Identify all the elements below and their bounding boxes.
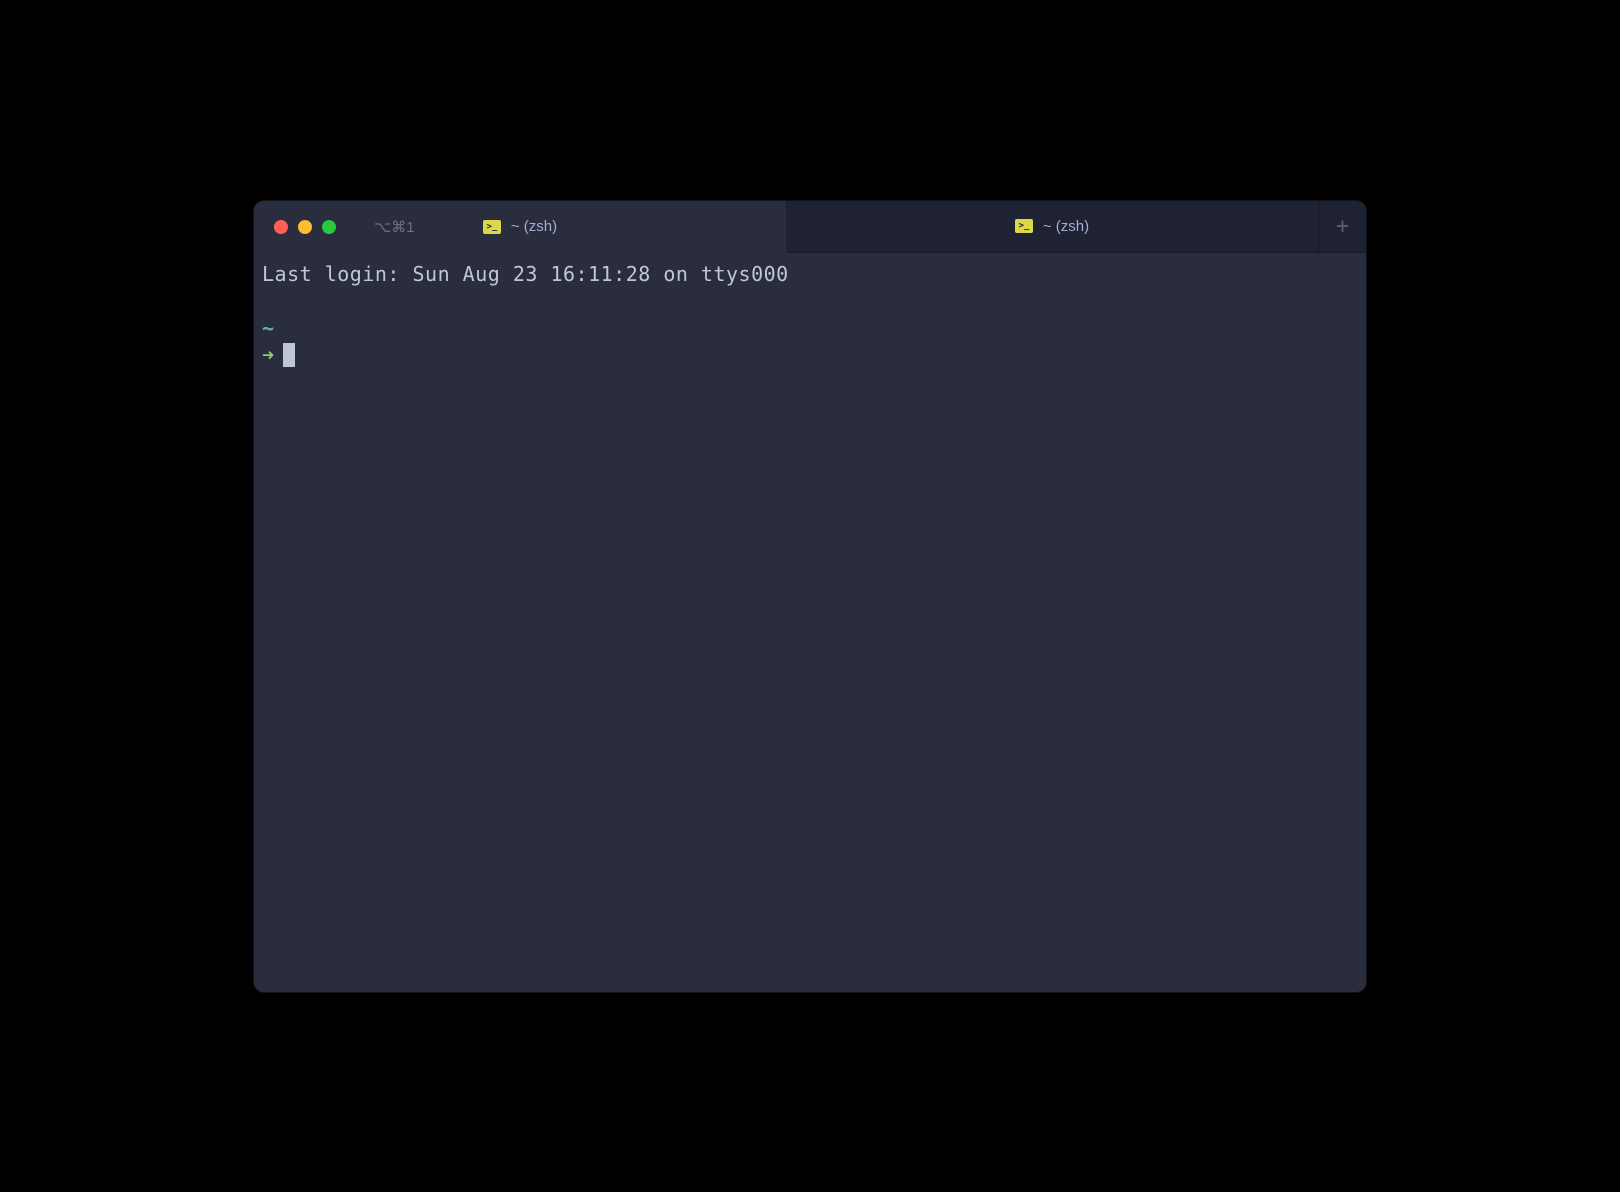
terminal-body[interactable]: Last login: Sun Aug 23 16:11:28 on ttys0… <box>254 253 1366 992</box>
prompt-path: ~ <box>262 316 275 340</box>
close-button[interactable] <box>274 220 288 234</box>
prompt-path-line: ~ <box>262 315 1358 342</box>
terminal-icon: >_ <box>1015 219 1033 233</box>
new-tab-button[interactable]: + <box>1318 201 1366 253</box>
minimize-button[interactable] <box>298 220 312 234</box>
plus-icon: + <box>1336 214 1349 239</box>
prompt-arrow: ➜ <box>262 342 275 369</box>
prompt-line: ➜ <box>262 342 1358 369</box>
tabs-container: >_ ~ (zsh) >_ ~ (zsh) + <box>254 201 1366 253</box>
title-bar: ⌥⌘1 >_ ~ (zsh) >_ ~ (zsh) + <box>254 201 1366 253</box>
cursor <box>283 343 295 367</box>
blank-line <box>262 288 1358 315</box>
maximize-button[interactable] <box>322 220 336 234</box>
tab-2[interactable]: >_ ~ (zsh) <box>786 201 1318 253</box>
tab-label: ~ (zsh) <box>511 218 557 235</box>
traffic-lights <box>254 201 336 253</box>
terminal-icon: >_ <box>483 220 501 234</box>
last-login-line: Last login: Sun Aug 23 16:11:28 on ttys0… <box>262 261 1358 288</box>
tab-label: ~ (zsh) <box>1043 218 1089 235</box>
terminal-window: ⌥⌘1 >_ ~ (zsh) >_ ~ (zsh) + Last login: … <box>254 201 1366 992</box>
tab-shortcut-label: ⌥⌘1 <box>374 201 415 253</box>
